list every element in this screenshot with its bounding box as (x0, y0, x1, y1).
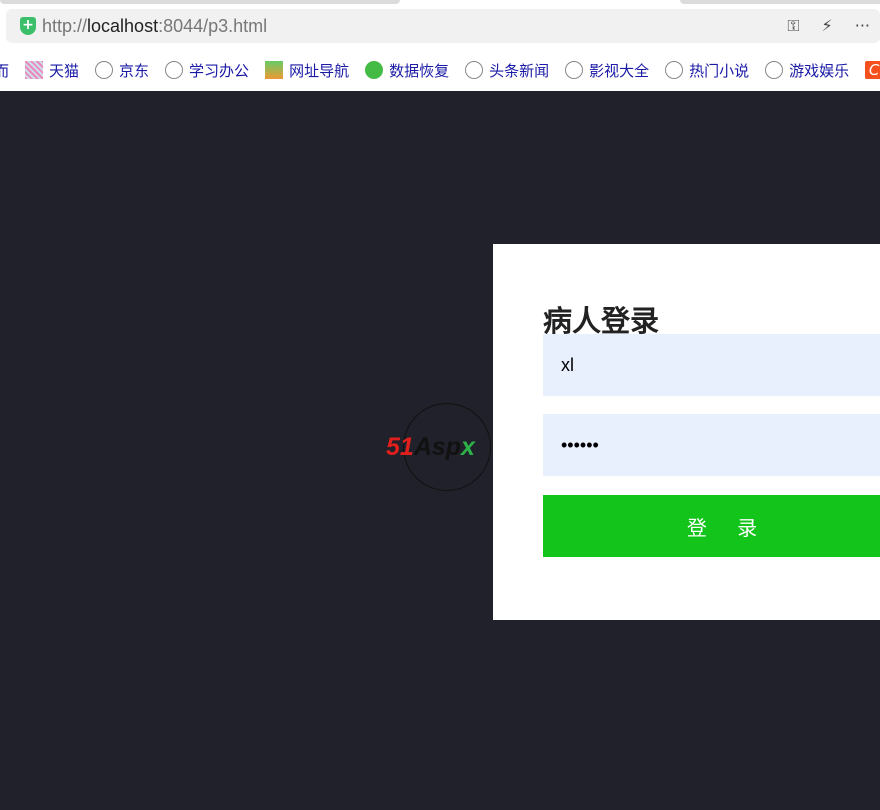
bookmark-label: 网址导航 (289, 61, 350, 80)
logo-text: 51Aspx (386, 433, 475, 461)
bookmark-novel[interactable]: 热门小说 (665, 60, 749, 81)
username-input[interactable] (543, 334, 880, 396)
bookmark-tmall[interactable]: 天猫 (25, 60, 79, 81)
more-icon[interactable]: ··· (855, 16, 870, 36)
login-button[interactable]: 登 录 (543, 495, 880, 557)
bookmark-news[interactable]: 头条新闻 (465, 60, 549, 81)
globe-icon (165, 61, 184, 79)
bookmark-games[interactable]: 游戏娱乐 (765, 60, 849, 81)
nav2345-icon (265, 61, 284, 79)
globe-icon (95, 61, 114, 79)
c-logo-icon: C (865, 61, 880, 79)
bookmark-nav[interactable]: 网址导航 (265, 60, 349, 81)
address-bar[interactable]: + http://localhost:8044/p3.html ⚿ ⚡ ··· (6, 9, 880, 43)
bookmark-label: 游戏娱乐 (789, 61, 850, 80)
key-icon[interactable]: ⚿ (787, 16, 799, 36)
bookmark-label: 热门小说 (689, 61, 750, 80)
recovery-icon (365, 61, 384, 79)
bookmark-label: 学习办公 (189, 61, 250, 80)
bookmark-label: 头条新闻 (489, 61, 550, 80)
bookmark-partial-right[interactable]: C (865, 61, 880, 79)
url-text[interactable]: http://localhost:8044/p3.html (42, 16, 267, 37)
globe-icon (665, 61, 684, 79)
bookmark-label: 数据恢复 (389, 61, 450, 80)
password-input[interactable] (543, 414, 880, 476)
bookmark-study[interactable]: 学习办公 (165, 60, 249, 81)
bookmark-partial[interactable]: 而 (0, 60, 9, 81)
bolt-icon[interactable]: ⚡ (822, 16, 833, 36)
bookmarks-bar: 而 天猫 京东 学习办公 网址导航 数据恢复 头条新闻 影视大全 热门小说 游戏… (0, 56, 880, 84)
tmall-icon (25, 61, 44, 79)
globe-icon (465, 61, 484, 79)
bookmark-jd[interactable]: 京东 (95, 60, 149, 81)
bookmark-label: 天猫 (49, 61, 80, 80)
login-card: 病人登录 登 录 (493, 244, 880, 620)
tab[interactable] (680, 0, 880, 4)
bookmark-recovery[interactable]: 数据恢复 (365, 60, 449, 81)
browser-chrome: + http://localhost:8044/p3.html ⚿ ⚡ ··· … (0, 0, 880, 91)
bookmark-label: 京东 (119, 61, 150, 80)
globe-icon (765, 61, 784, 79)
tab-strip (0, 0, 880, 6)
bookmark-label: 影视大全 (589, 61, 650, 80)
bookmark-video[interactable]: 影视大全 (565, 60, 649, 81)
tab[interactable] (0, 0, 400, 4)
shield-icon: + (20, 17, 36, 35)
globe-icon (565, 61, 584, 79)
